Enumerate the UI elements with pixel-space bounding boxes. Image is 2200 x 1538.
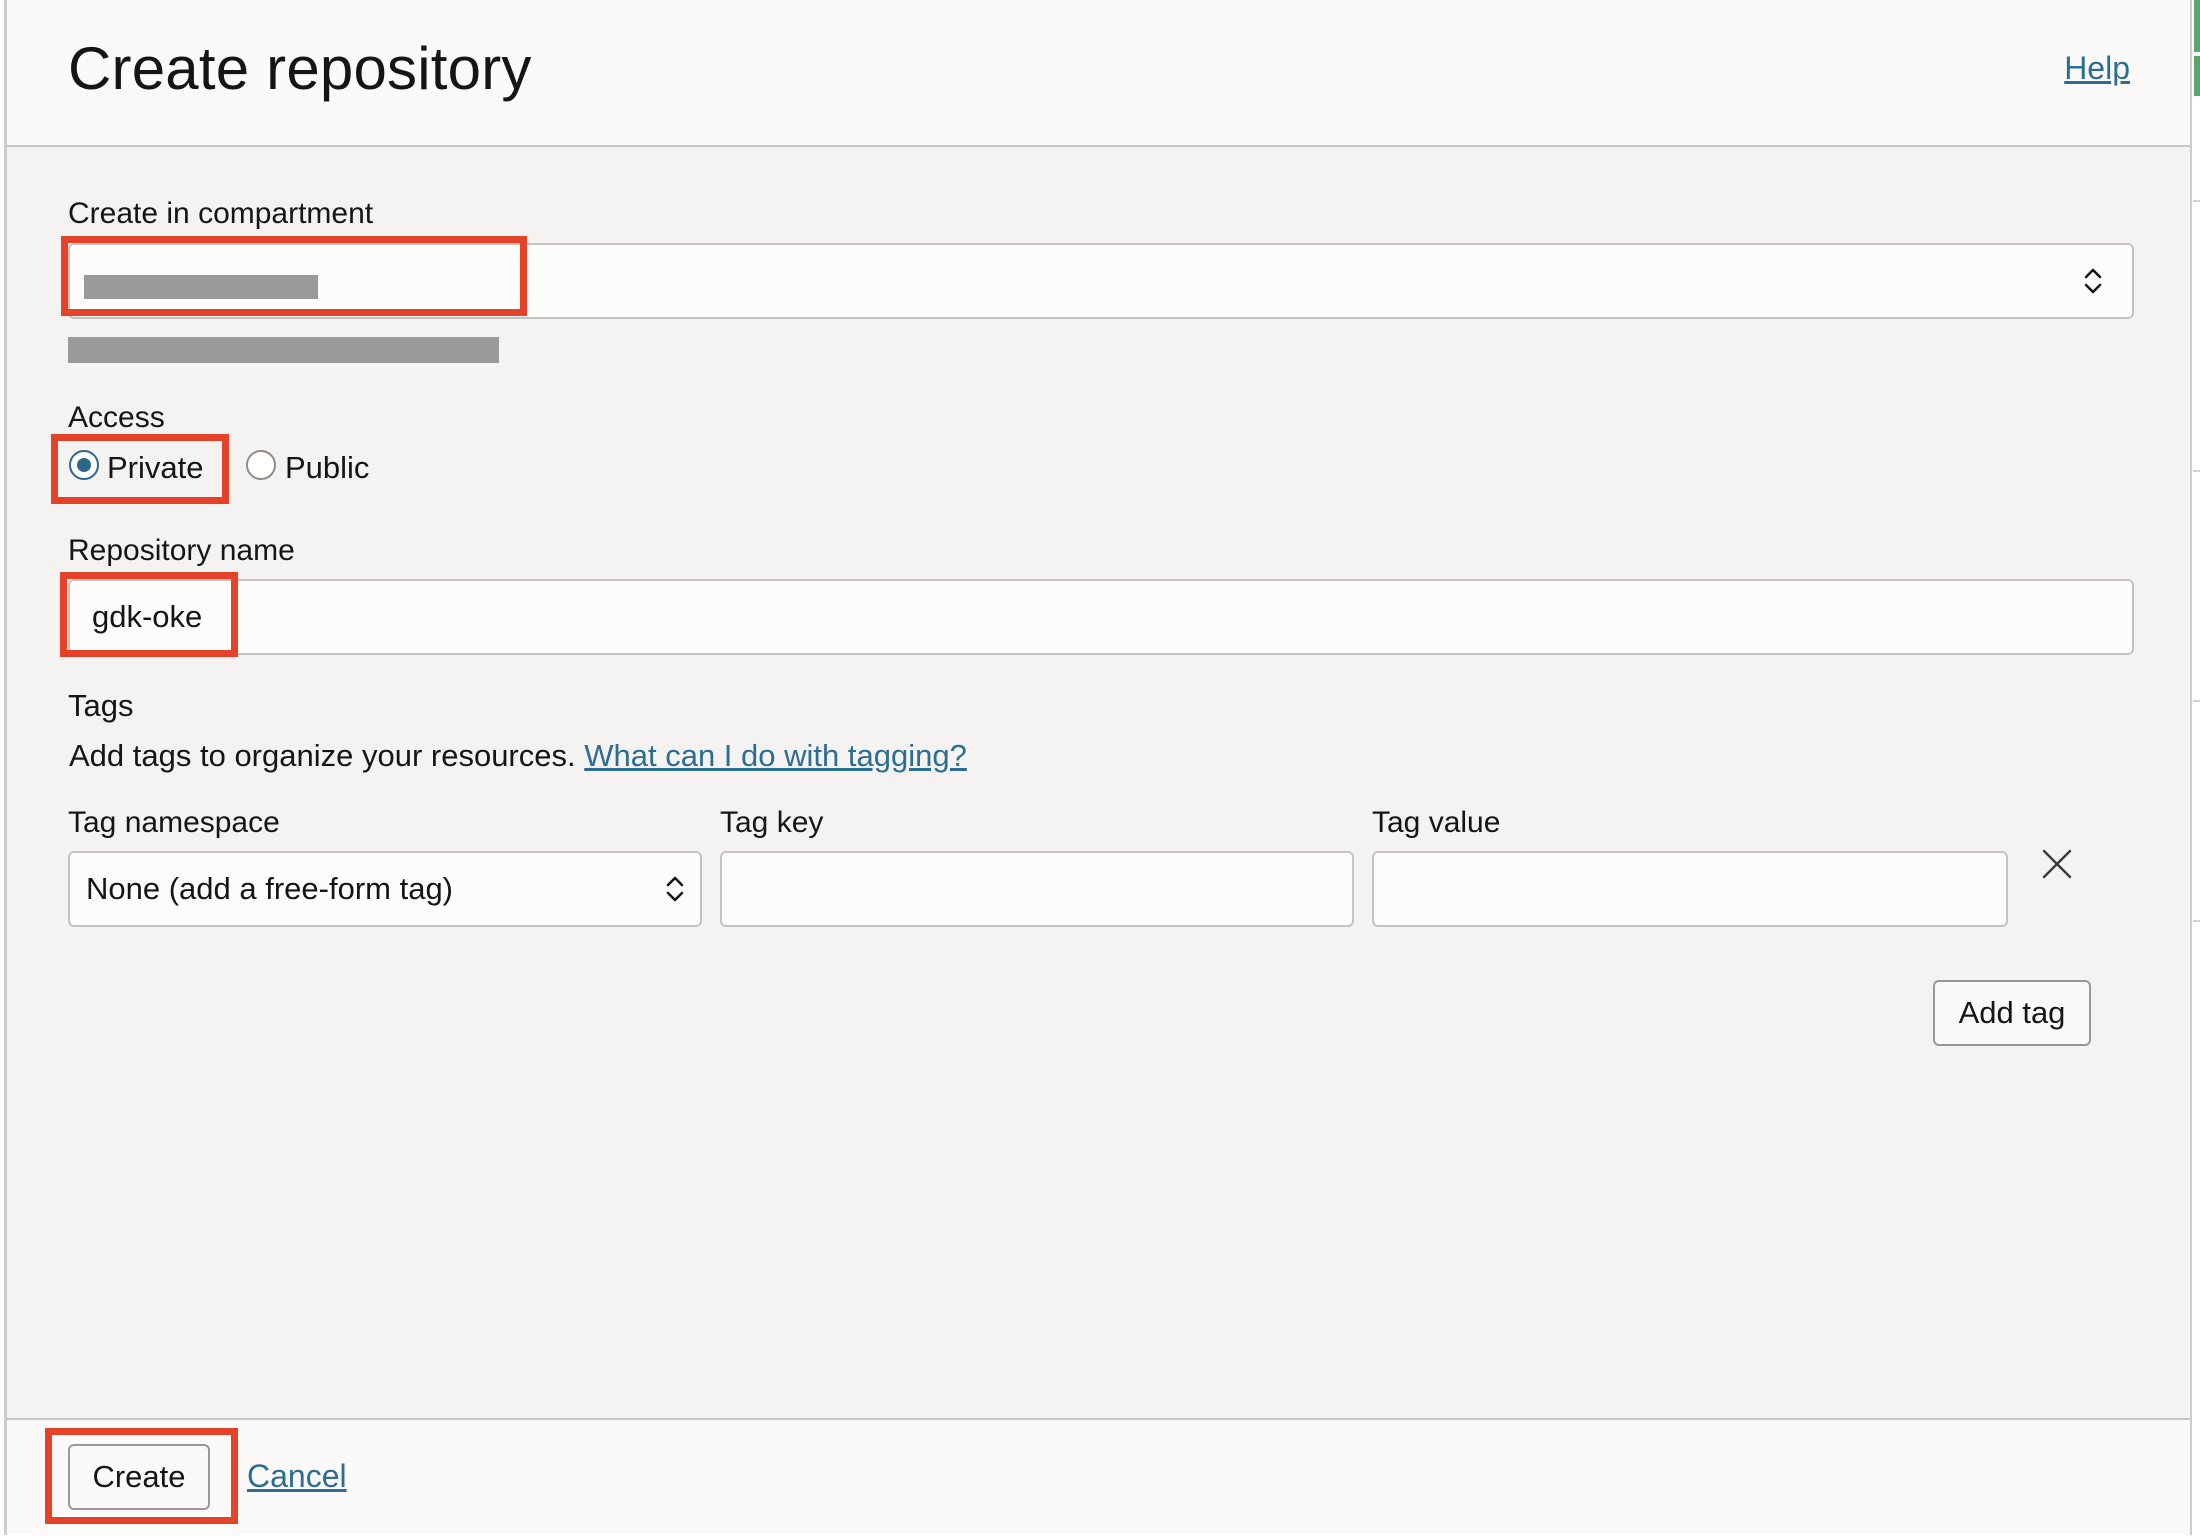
tag-value-label: Tag value <box>1372 806 1501 839</box>
compartment-label: Create in compartment <box>68 197 374 230</box>
compartment-select[interactable] <box>68 243 2134 319</box>
chevron-updown-icon <box>2084 268 2102 294</box>
tag-namespace-label: Tag namespace <box>68 806 280 839</box>
tag-key-label: Tag key <box>720 806 824 839</box>
radio-public[interactable] <box>246 450 276 480</box>
window-edge-strip <box>2193 0 2200 1538</box>
edge-tick <box>2193 470 2200 472</box>
edge-accent <box>2194 0 2200 52</box>
repository-name-input[interactable]: gdk-oke <box>68 579 2134 655</box>
edge-accent <box>2194 56 2200 96</box>
tag-value-input[interactable] <box>1372 851 2008 927</box>
access-label: Access <box>68 401 165 434</box>
close-icon[interactable] <box>2041 848 2073 880</box>
cancel-link[interactable]: Cancel <box>247 1458 347 1495</box>
help-link[interactable]: Help <box>2064 50 2130 87</box>
tag-namespace-select[interactable]: None (add a free-form tag) <box>68 851 702 927</box>
edge-tick <box>2193 920 2200 922</box>
repository-name-label: Repository name <box>68 534 295 567</box>
tag-key-input[interactable] <box>720 851 1354 927</box>
radio-private-label[interactable]: Private <box>107 450 203 486</box>
repository-name-value: gdk-oke <box>92 599 203 634</box>
edge-tick <box>2193 700 2200 702</box>
tags-heading: Tags <box>68 688 134 723</box>
redacted-compartment-value <box>84 275 318 299</box>
tags-description-text: Add tags to organize your resources. <box>69 738 576 773</box>
add-tag-button[interactable]: Add tag <box>1933 980 2091 1046</box>
radio-public-label[interactable]: Public <box>285 450 369 486</box>
tagging-help-link[interactable]: What can I do with tagging? <box>584 738 967 773</box>
radio-private[interactable] <box>69 450 99 480</box>
tags-description: Add tags to organize your resources. Wha… <box>69 738 967 774</box>
edge-tick <box>2193 200 2200 202</box>
create-repository-panel: Create repository Help Create in compart… <box>4 0 2192 1535</box>
page-title: Create repository <box>68 35 532 102</box>
create-button[interactable]: Create <box>68 1444 210 1510</box>
redacted-compartment-path <box>68 337 499 363</box>
panel-header: Create repository Help <box>7 0 2190 147</box>
chevron-updown-icon <box>666 876 684 902</box>
tag-namespace-value: None (add a free-form tag) <box>86 871 454 906</box>
